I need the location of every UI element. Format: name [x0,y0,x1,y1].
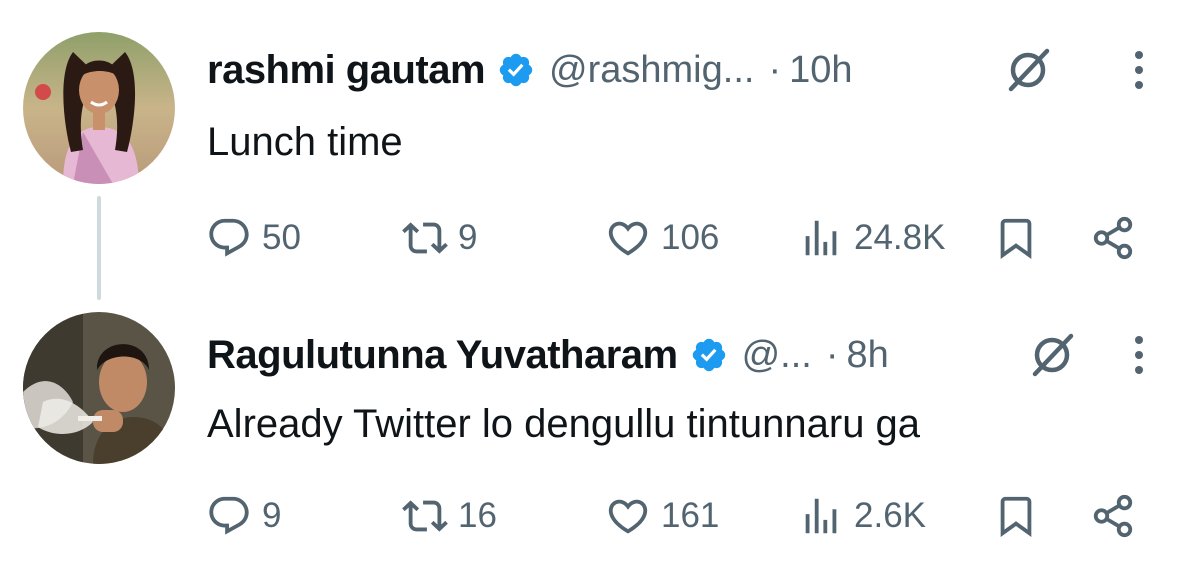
views-count: 24.8K [854,218,946,257]
views-count: 2.6K [854,496,926,535]
timestamp[interactable]: 10h [789,49,852,92]
retweet-icon [402,500,448,532]
retweet-button[interactable]: 16 [402,486,497,546]
views-icon [805,498,837,534]
grok-icon[interactable] [998,40,1058,100]
tweet-header: Ragulutunna Yuvatharam @... · 8h [207,325,889,385]
tweet-text: Already Twitter lo dengullu tintunnaru g… [207,402,921,446]
retweet-count: 9 [458,218,478,257]
display-name[interactable]: Ragulutunna Yuvatharam [207,333,678,378]
bookmark-icon [1000,218,1032,259]
tweet-text: Lunch time [207,120,403,164]
tweet-actions: 50 9 106 24.8K [0,208,1200,268]
verified-badge-icon [690,336,728,374]
retweet-count: 16 [458,496,497,535]
user-handle[interactable]: @... [742,334,812,377]
tweet-actions: 9 16 161 2.6K [0,486,1200,546]
avatar-image [23,32,175,184]
more-icon[interactable] [1124,325,1154,385]
tweet-2[interactable]: Ragulutunna Yuvatharam @... · 8h Already… [0,290,1200,565]
separator-dot: · [768,48,782,91]
retweet-button[interactable]: 9 [402,208,477,268]
display-name[interactable]: rashmi gautam [207,48,486,93]
share-icon [1093,494,1133,538]
tweet-header: rashmi gautam @rashmig... · 10h [207,40,853,100]
reply-icon [209,496,249,535]
like-icon [608,221,648,256]
user-handle[interactable]: @rashmig... [549,49,754,92]
share-button[interactable] [1090,486,1136,546]
views-button[interactable]: 24.8K [798,208,945,268]
avatar-image [23,312,175,464]
grok-icon[interactable] [1022,325,1082,385]
separator-dot: · [825,333,839,376]
reply-count: 9 [262,496,282,535]
reply-count: 50 [262,218,301,257]
like-count: 106 [661,218,720,257]
share-button[interactable] [1090,208,1136,268]
views-icon [805,220,837,256]
bookmark-button[interactable] [993,208,1039,268]
like-count: 161 [661,496,720,535]
like-button[interactable]: 161 [605,486,719,546]
reply-icon [209,218,249,257]
like-icon [608,499,648,534]
bookmark-button[interactable] [993,486,1039,546]
more-icon[interactable] [1124,40,1154,100]
verified-badge-icon [497,51,535,89]
avatar[interactable] [23,312,175,464]
share-icon [1093,216,1133,260]
reply-button[interactable]: 9 [206,486,281,546]
like-button[interactable]: 106 [605,208,719,268]
tweet-1[interactable]: rashmi gautam @rashmig... · 10h Lunch ti… [0,0,1200,290]
views-button[interactable]: 2.6K [798,486,926,546]
bookmark-icon [1000,496,1032,537]
retweet-icon [402,222,448,254]
avatar[interactable] [23,32,175,184]
timestamp[interactable]: 8h [847,334,889,377]
reply-button[interactable]: 50 [206,208,301,268]
